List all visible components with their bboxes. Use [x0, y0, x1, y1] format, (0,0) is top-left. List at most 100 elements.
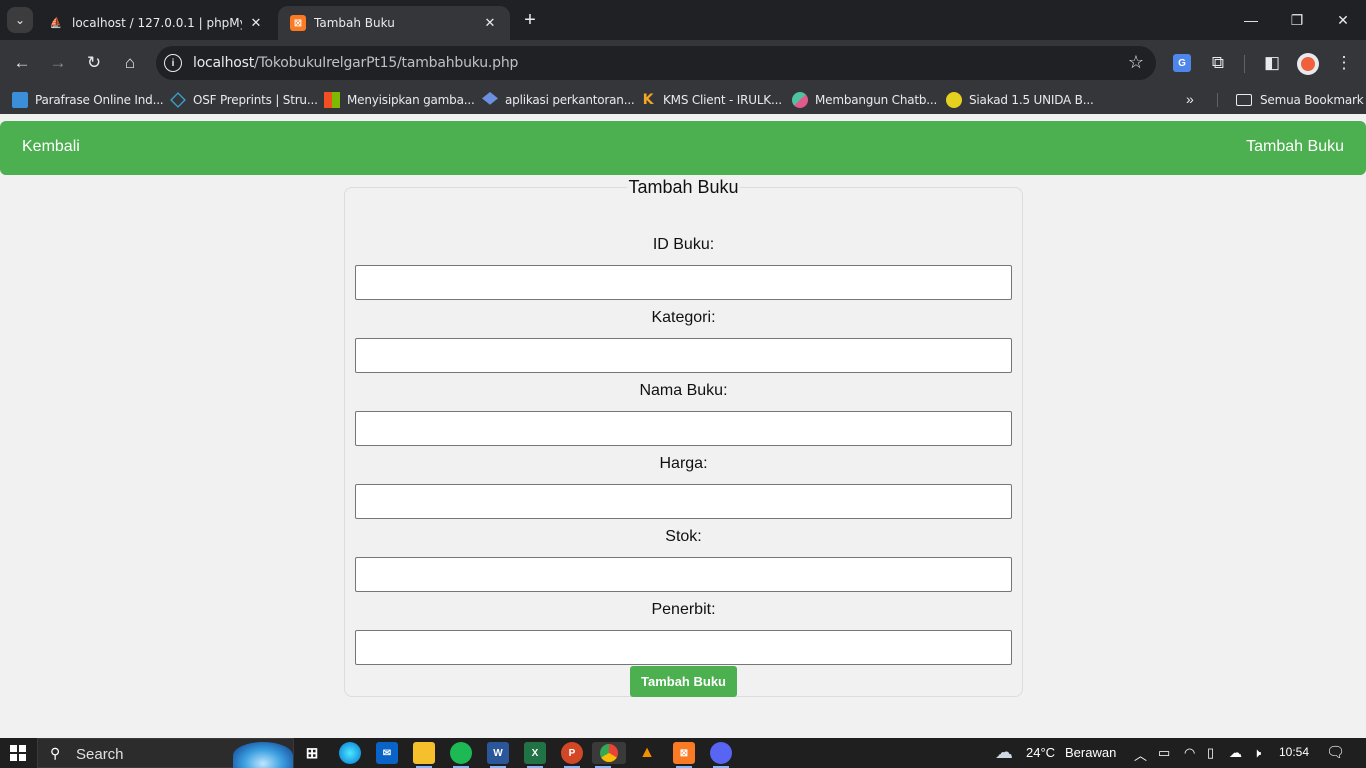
mail-icon[interactable]: ✉ — [376, 742, 398, 764]
bookmark-item[interactable]: aplikasi perkantoran... — [482, 91, 635, 109]
tab-title: Tambah Buku — [314, 16, 395, 30]
wifi-icon[interactable]: ◠ — [1184, 745, 1195, 761]
tab-phpmyadmin[interactable]: ⛵ localhost / 127.0.0.1 | phpMyAd ✕ — [36, 6, 276, 40]
device-icon[interactable]: ▯ — [1207, 745, 1214, 761]
all-bookmarks-folder[interactable]: Semua Bookmark — [1236, 91, 1364, 109]
new-tab-button[interactable]: + — [518, 8, 542, 32]
back-link[interactable]: Kembali — [22, 138, 80, 156]
back-button[interactable]: ← — [7, 48, 37, 78]
volume-mute-icon[interactable]: 🕨 — [1253, 745, 1261, 761]
url-path: /TokobukuIrelgarPt15/tambahbuku.php — [254, 55, 519, 71]
add-book-form: Tambah Buku ID Buku: Kategori: Nama Buku… — [344, 177, 1023, 697]
k-icon: K — [642, 92, 654, 108]
menu-kebab-icon[interactable]: ⋮ — [1329, 48, 1359, 78]
edge-icon[interactable] — [339, 742, 361, 764]
home-button[interactable]: ⌂ — [115, 48, 145, 78]
arrow-right-icon: → — [49, 53, 67, 72]
bookmark-item[interactable]: K KMS Client - IRULK... — [640, 91, 782, 109]
bookmark-label: Siakad 1.5 UNIDA B... — [969, 93, 1094, 107]
bookmarks-divider — [1217, 93, 1218, 107]
id-buku-input[interactable] — [355, 265, 1012, 300]
bookmark-item[interactable]: Parafrase Online Ind... — [12, 91, 164, 109]
reload-icon: ↻ — [86, 53, 102, 72]
file-explorer-icon[interactable] — [413, 742, 435, 768]
bookmark-label: Parafrase Online Ind... — [35, 93, 164, 107]
toolbar-divider — [1244, 55, 1245, 73]
penerbit-input[interactable] — [355, 630, 1012, 665]
folder-icon — [1236, 94, 1252, 106]
discord-icon[interactable] — [710, 742, 732, 768]
tab-tambah-buku[interactable]: ⊠ Tambah Buku ✕ — [278, 6, 510, 40]
powerpoint-icon[interactable]: P — [561, 742, 583, 768]
kategori-input[interactable] — [355, 338, 1012, 373]
tambah-buku-submit-button[interactable]: Tambah Buku — [630, 666, 737, 697]
address-bar[interactable]: i localhost/TokobukuIrelgarPt15/tambahbu… — [156, 46, 1156, 80]
paraphrase-icon — [12, 92, 28, 108]
url-text[interactable]: localhost/TokobukuIrelgarPt15/tambahbuku… — [193, 55, 518, 71]
windows-taskbar: ⚲ Search ⊞ ✉ W X P ▲ ⊠ ☁ 24°C Berawan ︿ … — [0, 738, 1366, 768]
bookmark-item[interactable]: Siakad 1.5 UNIDA B... — [946, 91, 1094, 109]
windows-start-icon[interactable] — [10, 745, 26, 761]
onedrive-cloud-icon[interactable]: ☁ — [1229, 745, 1242, 761]
page-navbar: Kembali Tambah Buku — [0, 121, 1366, 175]
xampp-icon[interactable]: ⊠ — [673, 742, 695, 768]
task-view-icon[interactable]: ⊞ — [301, 742, 323, 764]
chatbot-icon — [792, 92, 808, 108]
url-host: localhost — [193, 55, 255, 71]
nama-buku-input[interactable] — [355, 411, 1012, 446]
close-icon[interactable]: ✕ — [248, 15, 264, 31]
bookmark-label: KMS Client - IRULK... — [663, 93, 782, 107]
battery-icon[interactable]: ▭ — [1158, 745, 1170, 761]
reload-button[interactable]: ↻ — [79, 48, 109, 78]
chrome-icon[interactable] — [592, 742, 626, 768]
notification-icon[interactable]: 🗨 — [1326, 743, 1345, 761]
side-panel-icon[interactable]: ◧ — [1257, 48, 1287, 78]
close-icon[interactable]: ✕ — [482, 15, 498, 31]
bookmarks-bar: Parafrase Online Ind... OSF Preprints | … — [0, 86, 1366, 114]
cloud-weather-icon[interactable]: ☁ — [995, 742, 1013, 763]
bookmark-item[interactable]: OSF Preprints | Stru... — [170, 91, 318, 109]
spotify-icon[interactable] — [450, 742, 472, 768]
translate-extension-icon[interactable]: G — [1173, 54, 1191, 72]
vlc-icon[interactable]: ▲ — [636, 742, 658, 764]
excel-icon[interactable]: X — [524, 742, 546, 768]
unida-icon — [946, 92, 962, 108]
phpmyadmin-icon: ⛵ — [49, 17, 63, 29]
taskbar-search-box[interactable]: ⚲ Search — [37, 738, 294, 768]
weather-text[interactable]: Berawan — [1065, 745, 1116, 760]
weather-temp[interactable]: 24°C — [1026, 745, 1055, 760]
forward-button[interactable]: → — [43, 48, 73, 78]
search-highlight-image — [233, 742, 293, 768]
all-bookmarks-label: Semua Bookmark — [1260, 93, 1364, 107]
extensions-puzzle-icon[interactable]: ⧉ — [1203, 48, 1233, 78]
bookmark-item[interactable]: Menyisipkan gamba... — [324, 91, 475, 109]
id-buku-label: ID Buku: — [652, 236, 715, 253]
kategori-label: Kategori: — [651, 309, 716, 326]
navbar-title: Tambah Buku — [1246, 138, 1344, 155]
tab-title: localhost / 127.0.0.1 | phpMyAd — [72, 16, 242, 30]
bookmark-label: Membangun Chatb... — [815, 93, 938, 107]
bookmark-label: OSF Preprints | Stru... — [193, 93, 318, 107]
clock-time[interactable]: 10:54 — [1279, 745, 1309, 759]
window-close-button[interactable]: ✕ — [1320, 0, 1366, 40]
search-icon: ⚲ — [50, 745, 61, 761]
restore-button[interactable]: ❐ — [1274, 0, 1320, 40]
profile-avatar[interactable] — [1297, 53, 1319, 75]
arrow-left-icon: ← — [13, 53, 31, 72]
xampp-icon: ⊠ — [290, 15, 306, 31]
minimize-button[interactable]: — — [1228, 0, 1274, 40]
chevron-up-icon[interactable]: ︿ — [1134, 745, 1147, 764]
microsoft-icon — [324, 92, 340, 108]
chevron-double-right-icon[interactable]: » — [1186, 91, 1194, 107]
bookmark-item[interactable]: Membangun Chatb... — [792, 91, 937, 109]
penerbit-label: Penerbit: — [651, 601, 716, 618]
site-info-icon[interactable]: i — [164, 54, 182, 72]
bookmark-star-icon[interactable]: ☆ — [1128, 52, 1144, 73]
chevron-down-icon: ⌄ — [14, 13, 26, 27]
word-icon[interactable]: W — [487, 742, 509, 768]
stok-input[interactable] — [355, 557, 1012, 592]
harga-input[interactable] — [355, 484, 1012, 519]
stok-label: Stok: — [665, 528, 702, 545]
tab-search-button[interactable]: ⌄ — [7, 7, 33, 33]
graduation-cap-icon — [482, 92, 498, 105]
